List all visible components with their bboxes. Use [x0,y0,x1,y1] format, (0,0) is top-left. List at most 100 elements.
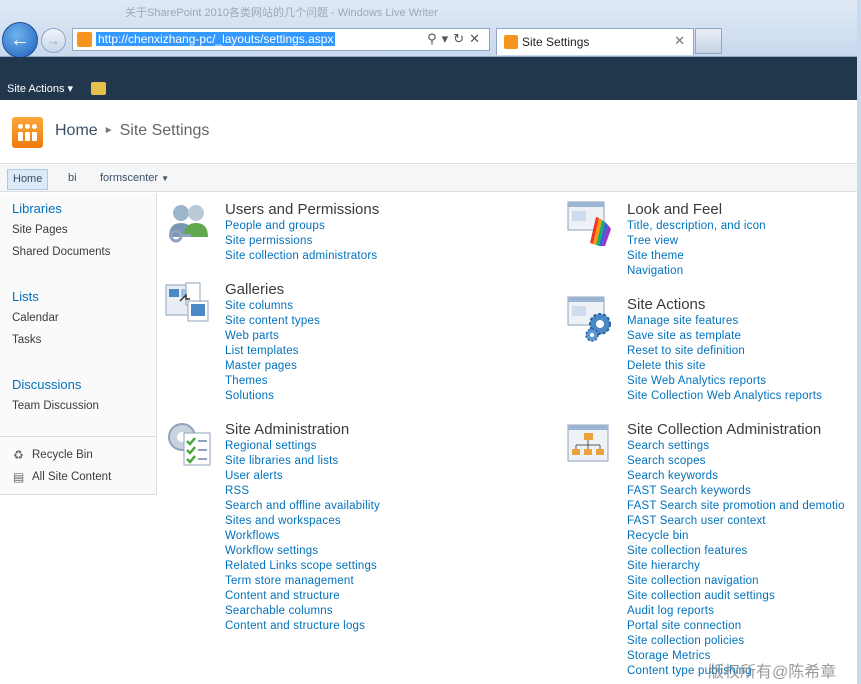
link-regional-settings[interactable]: Regional settings [225,440,317,452]
link-site-content-types[interactable]: Site content types [225,315,320,327]
link-fast-search-user-context[interactable]: FAST Search user context [627,515,766,527]
link-site-collection-audit-settings[interactable]: Site collection audit settings [627,590,775,602]
link-site-theme[interactable]: Site theme [627,250,684,262]
link-manage-site-features[interactable]: Manage site features [627,315,738,327]
site-logo-icon[interactable] [12,117,43,148]
link-rss[interactable]: RSS [225,485,249,497]
site-favicon-icon [77,32,92,47]
navigate-up-icon[interactable] [91,82,106,95]
link-term-store-management[interactable]: Term store management [225,575,354,587]
address-tools[interactable]: ⚲▾↻✕ [427,31,485,47]
link-site-columns[interactable]: Site columns [225,300,293,312]
window-title: 关于SharePoint 2010各类网站的几个问题 - Windows Liv… [125,7,438,19]
link-fast-search-site-promotion[interactable]: FAST Search site promotion and demotio [627,500,845,512]
section-title: Galleries [225,281,285,298]
page-title: Site Settings [119,122,210,139]
address-bar[interactable]: http://chenxizhang-pc/_layouts/settings.… [72,28,490,51]
link-save-site-as-template[interactable]: Save site as template [627,330,741,342]
link-storage-metrics[interactable]: Storage Metrics [627,650,711,662]
link-fast-search-keywords[interactable]: FAST Search keywords [627,485,751,497]
link-site-hierarchy[interactable]: Site hierarchy [627,560,700,572]
link-navigation[interactable]: Navigation [627,265,683,277]
breadcrumb: Home ► Site Settings [55,122,209,140]
link-delete-this-site[interactable]: Delete this site [627,360,706,372]
chevron-down-icon: ▼ [161,174,170,183]
link-portal-site-connection[interactable]: Portal site connection [627,620,741,632]
link-title-description-icon[interactable]: Title, description, and icon [627,220,766,232]
link-content-and-structure[interactable]: Content and structure [225,590,340,602]
quick-launch-heading-libraries[interactable]: Libraries [12,201,62,216]
link-recycle-bin[interactable]: Recycle bin [627,530,689,542]
link-workflow-settings[interactable]: Workflow settings [225,545,318,557]
link-user-alerts[interactable]: User alerts [225,470,283,482]
top-navigation: Home bi formscenter ▼ [0,165,857,192]
all-site-content-link[interactable]: All Site Content [32,471,111,483]
browser-tab[interactable]: Site Settings ✕ [496,28,694,55]
topnav-home[interactable]: Home [7,169,49,190]
url-text[interactable]: http://chenxizhang-pc/_layouts/settings.… [96,32,336,46]
new-tab-button[interactable] [695,28,722,54]
site-actions-label: Site Actions [7,83,65,95]
link-site-collection-features[interactable]: Site collection features [627,545,748,557]
window-border [857,0,861,684]
topnav-formscenter[interactable]: formscenter ▼ [95,169,174,190]
link-site-permissions[interactable]: Site permissions [225,235,313,247]
link-web-parts[interactable]: Web parts [225,330,279,342]
link-site-libraries-and-lists[interactable]: Site libraries and lists [225,455,338,467]
all-site-content-icon: ▤ [13,470,25,484]
quick-launch-item-tasks[interactable]: Tasks [12,334,41,346]
link-site-web-analytics-reports[interactable]: Site Web Analytics reports [627,375,766,387]
link-workflows[interactable]: Workflows [225,530,280,542]
topnav-bi[interactable]: bi [63,169,82,190]
tab-close-icon[interactable]: ✕ [674,33,685,49]
ribbon-bar: Site Actions ▾ [0,57,857,100]
tab-favicon-icon [504,35,518,49]
link-content-and-structure-logs[interactable]: Content and structure logs [225,620,365,632]
quick-launch: Libraries Site Pages Shared Documents Li… [0,193,157,495]
quick-launch-heading-lists[interactable]: Lists [12,289,39,304]
breadcrumb-separator-icon: ► [103,125,114,136]
section-title: Site Administration [225,421,350,438]
back-button[interactable]: ← [2,22,38,58]
stop-icon: ✕ [469,31,485,46]
section-title: Users and Permissions [225,201,380,218]
link-searchable-columns[interactable]: Searchable columns [225,605,333,617]
site-actions-icon [567,296,611,342]
recycle-bin-link[interactable]: Recycle Bin [32,449,93,461]
look-and-feel-icon [567,201,611,246]
link-list-templates[interactable]: List templates [225,345,299,357]
quick-launch-item-shared-documents[interactable]: Shared Documents [12,246,110,258]
link-site-collection-navigation[interactable]: Site collection navigation [627,575,759,587]
link-reset-to-site-definition[interactable]: Reset to site definition [627,345,745,357]
link-search-scopes[interactable]: Search scopes [627,455,706,467]
users-permissions-icon [169,205,208,243]
link-site-collection-administrators[interactable]: Site collection administrators [225,250,377,262]
link-search-offline-availability[interactable]: Search and offline availability [225,500,380,512]
link-master-pages[interactable]: Master pages [225,360,297,372]
section-title: Site Actions [627,296,706,313]
quick-launch-item-team-discussion[interactable]: Team Discussion [12,400,99,412]
title-area: Home ► Site Settings [0,100,857,164]
link-people-and-groups[interactable]: People and groups [225,220,325,232]
chevron-down-icon: ▾ [67,83,74,95]
forward-button[interactable]: → [41,28,66,53]
quick-launch-item-site-pages[interactable]: Site Pages [12,224,68,236]
recycle-bin-icon: ♻ [13,448,24,462]
link-related-links-scope-settings[interactable]: Related Links scope settings [225,560,377,572]
link-solutions[interactable]: Solutions [225,390,274,402]
link-sites-and-workspaces[interactable]: Sites and workspaces [225,515,341,527]
link-themes[interactable]: Themes [225,375,268,387]
breadcrumb-home[interactable]: Home [55,122,98,139]
link-search-settings[interactable]: Search settings [627,440,709,452]
quick-launch-item-calendar[interactable]: Calendar [12,312,59,324]
link-site-collection-policies[interactable]: Site collection policies [627,635,744,647]
site-administration-icon [168,423,211,466]
link-site-collection-web-analytics-reports[interactable]: Site Collection Web Analytics reports [627,390,822,402]
quick-launch-heading-discussions[interactable]: Discussions [12,377,81,392]
site-collection-administration-icon [567,424,609,462]
copyright-watermark: 版权所有@陈希章 [708,664,837,681]
link-search-keywords[interactable]: Search keywords [627,470,718,482]
link-tree-view[interactable]: Tree view [627,235,678,247]
site-actions-menu[interactable]: Site Actions ▾ [7,82,73,95]
link-audit-log-reports[interactable]: Audit log reports [627,605,714,617]
